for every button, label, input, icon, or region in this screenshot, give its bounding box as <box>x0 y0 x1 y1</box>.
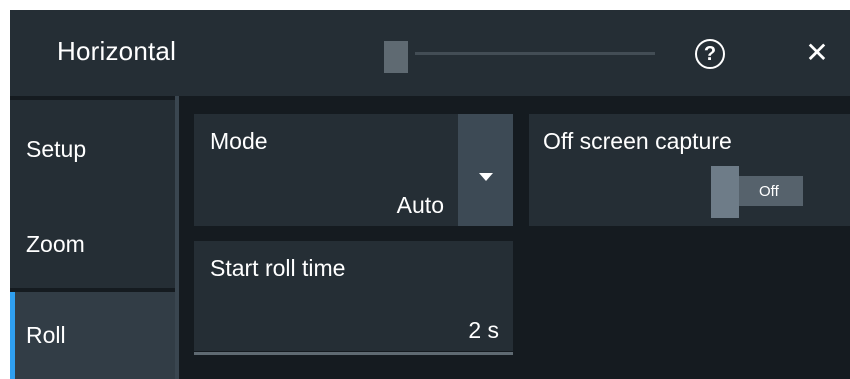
sidebar-item-zoom[interactable]: Zoom <box>10 194 175 288</box>
mode-dropdown-button[interactable] <box>458 114 513 226</box>
sidebar-item-roll[interactable]: Roll <box>10 292 175 379</box>
horizontal-dialog: Horizontal ? ✕ Setup Zoom Roll Mode Auto… <box>10 10 850 379</box>
drag-track <box>415 52 655 55</box>
dialog-title: Horizontal <box>57 36 177 66</box>
mode-label: Mode <box>210 128 268 154</box>
toggle-state-text: Off <box>759 183 779 200</box>
sidebar-divider <box>175 96 179 379</box>
field-underline <box>194 352 513 355</box>
chevron-down-icon <box>479 173 493 181</box>
close-button[interactable]: ✕ <box>802 35 832 69</box>
mode-value: Auto <box>396 192 444 218</box>
dialog-header[interactable]: Horizontal ? ✕ <box>10 10 850 96</box>
sidebar-item-label: Zoom <box>26 231 85 257</box>
toggle-knob[interactable] <box>711 166 739 218</box>
off-screen-capture-setting: Off screen capture Off <box>529 114 850 226</box>
help-icon: ? <box>703 43 717 65</box>
sidebar-item-label: Setup <box>26 136 87 162</box>
start-roll-time-value[interactable]: 2 s <box>468 317 499 344</box>
sidebar-item-setup[interactable]: Setup <box>10 100 175 194</box>
help-button[interactable]: ? <box>695 39 725 69</box>
off-screen-capture-label: Off screen capture <box>543 128 732 154</box>
off-screen-capture-toggle[interactable]: Off <box>711 166 803 218</box>
sidebar-item-label: Roll <box>26 322 66 348</box>
start-roll-time-field[interactable]: Start roll time 2 s <box>194 241 513 355</box>
close-icon: ✕ <box>805 36 829 68</box>
start-roll-time-label: Start roll time <box>210 255 346 281</box>
selected-indicator <box>10 292 15 379</box>
mode-select[interactable]: Mode Auto <box>194 114 458 226</box>
drag-handle[interactable] <box>384 41 408 73</box>
